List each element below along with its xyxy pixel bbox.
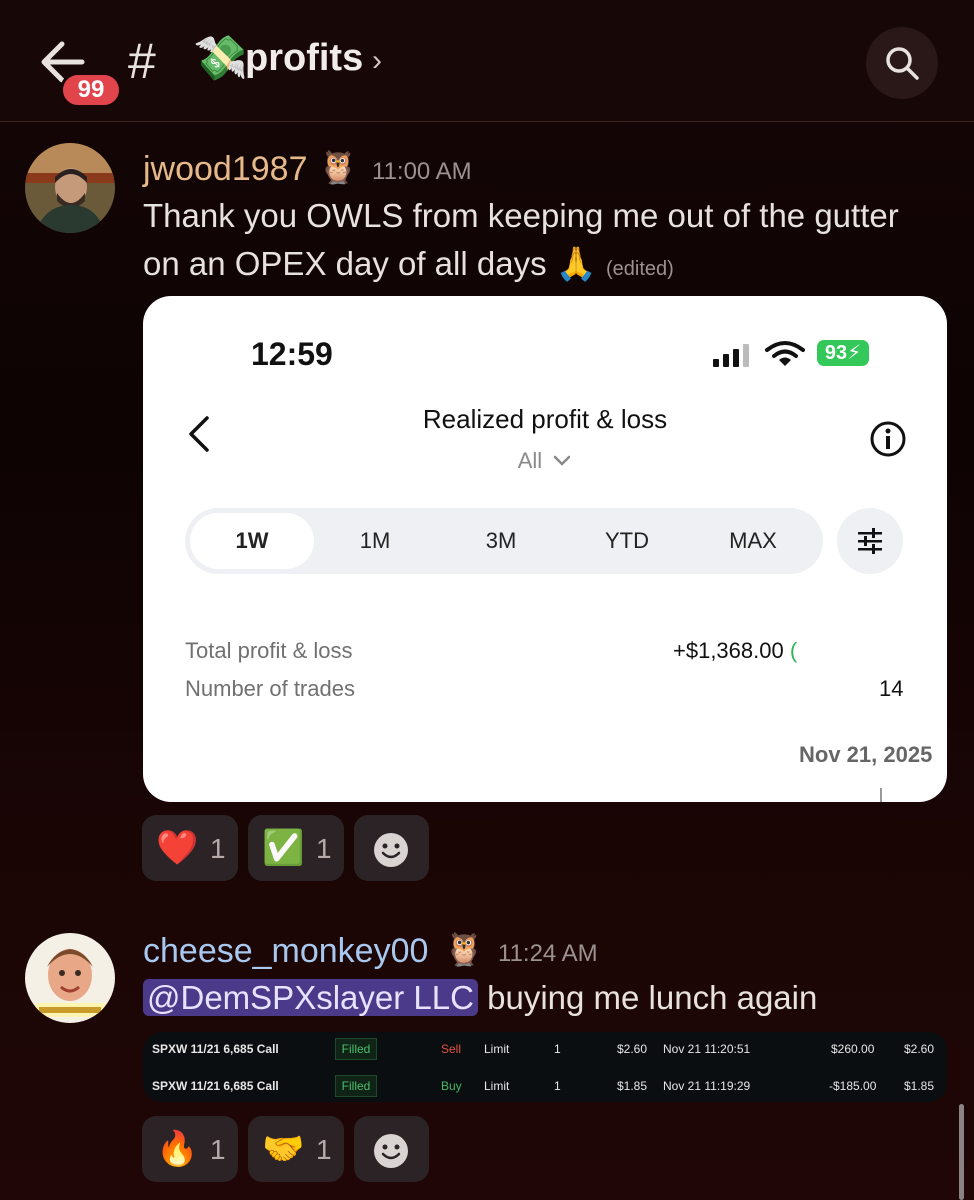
reaction-check[interactable]: ✅ 1 [248, 815, 344, 881]
phone-time: 12:59 [251, 336, 333, 372]
search-button[interactable] [866, 27, 938, 99]
add-reaction-button[interactable] [354, 1116, 429, 1182]
range-tab-max: MAX [729, 528, 777, 553]
table-row: SPXW 11/21 6,685 Call Filled Sell Limit … [143, 1034, 947, 1064]
message-text: on an OPEX day of all days 🙏 [143, 245, 597, 282]
username[interactable]: jwood1987 [143, 150, 307, 189]
time-range-selector: 1W 1M 3M YTD MAX [185, 508, 823, 574]
owl-badge-icon: 🦉 [444, 931, 484, 967]
range-tab-1m: 1M [359, 528, 391, 553]
add-reaction-button[interactable] [354, 815, 429, 881]
reaction-fire[interactable]: 🔥 1 [142, 1116, 238, 1182]
message-text-line: on an OPEX day of all days 🙏 (edited) [143, 240, 674, 293]
reaction-count: 1 [316, 1134, 332, 1165]
message-text-line: @DemSPXslayer LLC buying me lunch again [143, 974, 817, 1022]
trade-price: $1.85 [617, 1079, 648, 1093]
reaction-handshake[interactable]: 🤝 1 [248, 1116, 344, 1182]
handshake-icon: 🤝 [262, 1130, 305, 1168]
trade-amount: $260.00 [831, 1042, 875, 1056]
fire-icon: 🔥 [156, 1130, 199, 1168]
status-badge: Filled [335, 1038, 377, 1060]
message-text: buying me lunch again [477, 979, 818, 1016]
reaction-count: 1 [210, 833, 226, 864]
trades-count-value: 14 [879, 676, 904, 701]
owl-badge-icon: 🦉 [318, 149, 358, 185]
account-filter: All [143, 448, 947, 474]
status-badge: Filled [335, 1075, 377, 1097]
trade-history-image[interactable]: SPXW 11/21 6,685 Call Filled Sell Limit … [143, 1032, 947, 1102]
filter-settings-icon [837, 508, 903, 574]
message-text-line: Thank you OWLS from keeping me out of th… [143, 197, 899, 234]
unread-badge: 99 [60, 72, 122, 108]
money-with-wings-icon: 💸 [193, 34, 248, 83]
pnl-title: Realized profit & loss [422, 404, 668, 434]
trade-qty: 1 [554, 1079, 561, 1093]
timestamp: 11:24 AM [498, 940, 598, 967]
chart-date: Nov 21, 2025 [799, 742, 933, 767]
user-mention[interactable]: @DemSPXslayer LLC [143, 979, 478, 1016]
trade-price: $2.60 [617, 1042, 648, 1056]
reaction-count: 1 [210, 1134, 226, 1165]
avatar[interactable] [25, 933, 115, 1023]
trade-symbol: SPXW 11/21 6,685 Call [152, 1079, 279, 1093]
chevron-down-icon [554, 455, 571, 466]
trade-qty: 1 [554, 1042, 561, 1056]
battery-icon: 93⚡ [817, 340, 869, 366]
range-tab-3m: 3M [485, 528, 517, 553]
channel-hash-icon: # [128, 33, 156, 89]
signal-icon [713, 344, 749, 367]
table-row: SPXW 11/21 6,685 Call Filled Buy Limit 1… [143, 1071, 947, 1101]
trade-symbol: SPXW 11/21 6,685 Call [152, 1042, 279, 1056]
chevron-right-icon[interactable]: › [372, 44, 382, 78]
username[interactable]: cheese_monkey00 [143, 932, 428, 971]
smiley-icon [374, 833, 408, 867]
scrollbar[interactable] [959, 1104, 964, 1200]
status-bar: 93⚡ [713, 340, 883, 370]
chart-tick [880, 788, 882, 802]
heart-icon: ❤️ [156, 829, 199, 867]
range-tab-1w: 1W [190, 513, 314, 569]
edited-label: (edited) [606, 258, 674, 280]
reaction-heart[interactable]: ❤️ 1 [142, 815, 238, 881]
order-type: Limit [484, 1042, 510, 1056]
reaction-count: 1 [316, 833, 332, 864]
total-pnl-value: +$1,368.00 ( [673, 638, 798, 663]
avatar[interactable] [25, 143, 115, 233]
channel-header: 99 # 💸 profits › [0, 0, 974, 122]
smiley-icon [374, 1134, 408, 1168]
order-type: Limit [484, 1079, 510, 1093]
trade-side: Sell [441, 1042, 462, 1056]
timestamp: 11:00 AM [372, 158, 472, 185]
trade-fill-price: $2.60 [904, 1042, 935, 1056]
search-icon [886, 47, 919, 80]
info-icon [869, 420, 907, 463]
trade-time: Nov 21 11:19:29 [663, 1079, 751, 1093]
wifi-icon [765, 341, 805, 366]
image-attachment[interactable]: 12:59 93⚡ Realized profit & loss All 1W … [143, 296, 947, 802]
trades-count-label: Number of trades [185, 676, 355, 701]
trade-amount: -$185.00 [829, 1079, 877, 1093]
trade-time: Nov 21 11:20:51 [663, 1042, 751, 1056]
trade-fill-price: $1.85 [904, 1079, 935, 1093]
check-mark-icon: ✅ [262, 829, 305, 867]
trade-side: Buy [441, 1079, 462, 1093]
total-pnl-label: Total profit & loss [185, 638, 353, 663]
channel-name[interactable]: profits [245, 37, 363, 80]
range-tab-ytd: YTD [605, 528, 649, 553]
